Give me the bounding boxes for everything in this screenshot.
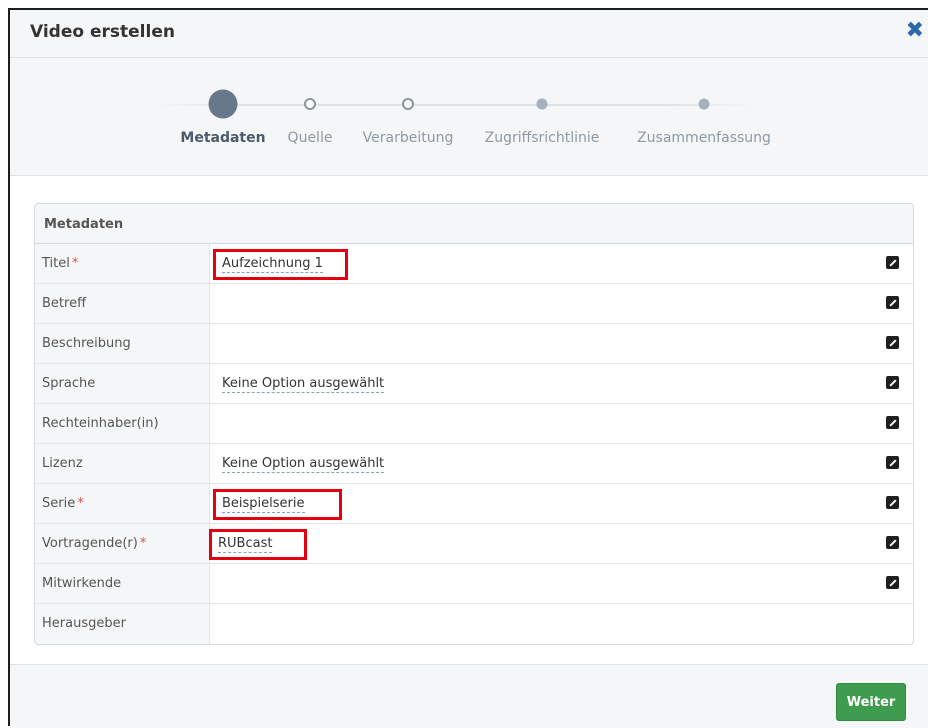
dialog-footer: Weiter xyxy=(10,664,928,728)
required-marker: * xyxy=(71,256,79,271)
step-label: Zugriffsrichtlinie xyxy=(484,130,600,146)
metadata-row-beschreibung: Beschreibung xyxy=(35,324,913,364)
edit-icon[interactable] xyxy=(886,576,899,589)
field-label: Serie * xyxy=(35,484,210,523)
field-label: Rechteinhaber(in) xyxy=(35,404,210,443)
license-value[interactable]: Keine Option ausgewählt xyxy=(222,456,385,473)
rights-holder-field[interactable] xyxy=(210,404,913,443)
dialog-title: Video erstellen xyxy=(30,22,175,42)
wizard-progress-line xyxy=(154,104,754,106)
edit-icon[interactable] xyxy=(886,336,899,349)
contributors-field[interactable] xyxy=(210,564,913,603)
field-label: Mitwirkende xyxy=(35,564,210,603)
edit-icon[interactable] xyxy=(886,536,899,549)
title-field[interactable]: Aufzeichnung 1 xyxy=(210,244,913,283)
step-indicator-open xyxy=(304,98,316,110)
step-label: Quelle xyxy=(287,130,333,146)
field-label: Sprache xyxy=(35,364,210,403)
next-button[interactable]: Weiter xyxy=(836,683,906,721)
edit-icon[interactable] xyxy=(886,256,899,269)
field-label: Beschreibung xyxy=(35,324,210,363)
edit-icon[interactable] xyxy=(886,376,899,389)
required-marker: * xyxy=(77,496,84,511)
step-label: Metadaten xyxy=(180,130,266,146)
step-indicator-open xyxy=(402,98,414,110)
step-indicator-active xyxy=(208,89,238,119)
field-label: Herausgeber xyxy=(35,604,210,644)
metadata-row-sprache: Sprache Keine Option ausgewählt xyxy=(35,364,913,404)
video-create-dialog: Video erstellen ✖ Metadaten Quelle Verar… xyxy=(8,8,928,728)
wizard-steps: Metadaten Quelle Verarbeitung Zugriffsri… xyxy=(10,58,928,176)
step-label: Zusammenfassung xyxy=(637,130,771,146)
series-field[interactable]: Beispielserie xyxy=(210,484,913,523)
language-field[interactable]: Keine Option ausgewählt xyxy=(210,364,913,403)
dialog-header: Video erstellen ✖ xyxy=(10,10,928,58)
highlight-box xyxy=(209,529,307,560)
description-field[interactable] xyxy=(210,324,913,363)
edit-icon[interactable] xyxy=(886,456,899,469)
language-value[interactable]: Keine Option ausgewählt xyxy=(222,376,385,393)
publisher-field xyxy=(210,604,913,644)
subject-field[interactable] xyxy=(210,284,913,323)
step-indicator-disabled xyxy=(698,98,710,110)
field-label: Betreff xyxy=(35,284,210,323)
step-label: Verarbeitung xyxy=(362,130,454,146)
license-field[interactable]: Keine Option ausgewählt xyxy=(210,444,913,483)
edit-icon[interactable] xyxy=(886,296,899,309)
presenters-field[interactable]: RUBcast xyxy=(209,524,913,563)
metadata-row-vortragende: Vortragende(r) * RUBcast xyxy=(35,524,913,564)
metadata-panel: Metadaten Titel * Aufzeichnung 1 Betreff … xyxy=(34,203,914,645)
metadata-row-titel: Titel * Aufzeichnung 1 xyxy=(35,244,913,284)
metadata-row-mitwirkende: Mitwirkende xyxy=(35,564,913,604)
field-label: Lizenz xyxy=(35,444,210,483)
metadata-row-lizenz: Lizenz Keine Option ausgewählt xyxy=(35,444,913,484)
close-icon[interactable]: ✖ xyxy=(906,20,924,42)
edit-icon[interactable] xyxy=(886,496,899,509)
edit-icon[interactable] xyxy=(886,416,899,429)
field-label: Titel * xyxy=(35,244,210,283)
required-marker: * xyxy=(139,536,147,551)
metadata-row-serie: Serie * Beispielserie xyxy=(35,484,913,524)
highlight-box xyxy=(213,249,348,280)
step-indicator-disabled xyxy=(536,98,548,110)
metadata-row-herausgeber: Herausgeber xyxy=(35,604,913,644)
metadata-row-betreff: Betreff xyxy=(35,284,913,324)
metadata-row-rechteinhaber: Rechteinhaber(in) xyxy=(35,404,913,444)
metadata-panel-heading: Metadaten xyxy=(35,204,913,244)
highlight-box xyxy=(213,489,342,520)
field-label: Vortragende(r) * xyxy=(35,524,210,563)
